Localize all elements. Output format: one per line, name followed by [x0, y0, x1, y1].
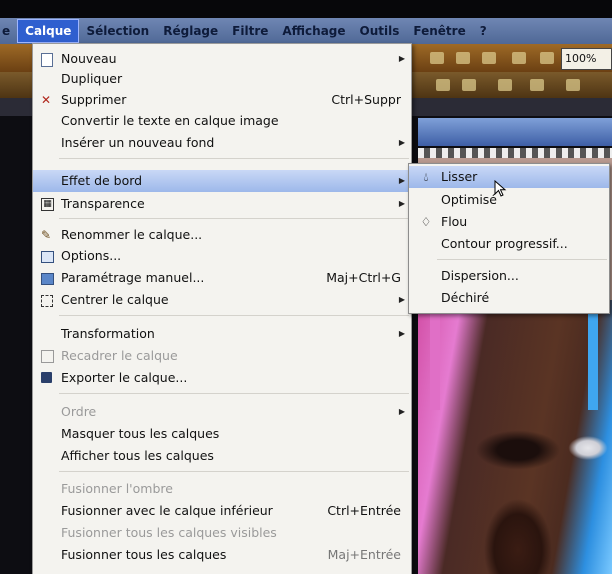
menu-selection[interactable]: Sélection: [79, 20, 156, 42]
menu-item-afficher-tous[interactable]: Afficher tous les calques: [33, 445, 411, 467]
menu-separator: [437, 259, 607, 260]
droplet-icon: 💧︎: [423, 170, 429, 184]
delete-x-icon: ✕: [40, 93, 52, 107]
submenu-arrow-icon: ▶: [398, 329, 405, 338]
menu-item-inserer-fond[interactable]: Insérer un nouveau fond ▶: [33, 132, 411, 154]
document-tab-bar: [418, 118, 612, 146]
effet-de-bord-submenu: 💧︎ Lisser Optimisé ♢ Flou Contour progre…: [408, 163, 610, 314]
tool-icon[interactable]: [512, 52, 526, 64]
menu-item-options[interactable]: Options...: [33, 245, 411, 267]
rename-pencil-icon: ✎: [40, 228, 52, 242]
menu-separator: [59, 218, 409, 219]
menu-item-convertir[interactable]: Convertir le texte en calque image: [33, 110, 411, 132]
submenu-item-lisser[interactable]: 💧︎ Lisser: [409, 166, 609, 188]
submenu-arrow-icon: ▶: [398, 138, 405, 147]
menu-item-exporter[interactable]: Exporter le calque...: [33, 367, 411, 389]
menu-separator: [59, 471, 409, 472]
tool-icon[interactable]: [540, 52, 554, 64]
menu-item-masquer-tous[interactable]: Masquer tous les calques: [33, 423, 411, 445]
menu-item-fusionner-inferieur[interactable]: Fusionner avec le calque inférieur Ctrl+…: [33, 500, 411, 522]
menu-outils[interactable]: Outils: [353, 20, 407, 42]
submenu-item-flou[interactable]: ♢ Flou: [409, 211, 609, 233]
photo-blue-stripe: [588, 300, 598, 410]
menu-item-renommer[interactable]: ✎ Renommer le calque...: [33, 224, 411, 246]
menu-item-nouveau[interactable]: Nouveau ▶: [33, 48, 411, 70]
new-document-icon: [41, 53, 53, 67]
submenu-item-dispersion[interactable]: Dispersion...: [409, 265, 609, 287]
center-layer-icon: [41, 295, 53, 307]
photo-pink-stripe: [430, 300, 440, 410]
menu-edit-partial[interactable]: e: [0, 20, 17, 42]
tool-icon[interactable]: [530, 79, 544, 91]
options-window-icon: [41, 251, 54, 263]
tool-icon[interactable]: [430, 52, 444, 64]
calque-menu: Nouveau ▶ Dupliquer ✕ Supprimer Ctrl+Sup…: [32, 43, 412, 574]
menu-item-supprimer[interactable]: ✕ Supprimer Ctrl+Suppr: [33, 89, 411, 111]
droplet-icon: ♢: [420, 215, 432, 229]
menu-fenetre[interactable]: Fenêtre: [406, 20, 472, 42]
menu-separator: [59, 315, 409, 316]
menu-item-fusionner-ombre: Fusionner l'ombre: [61, 481, 173, 496]
submenu-item-optimise[interactable]: Optimisé: [409, 189, 609, 211]
transparency-icon: ▦: [41, 198, 54, 211]
menu-reglage[interactable]: Réglage: [156, 20, 225, 42]
menu-separator: [59, 158, 409, 159]
screen: e Calque Sélection Réglage Filtre Affich…: [0, 0, 612, 574]
submenu-arrow-icon: ▶: [398, 54, 405, 63]
submenu-arrow-icon: ▶: [398, 176, 405, 185]
save-disk-icon: [41, 372, 52, 383]
submenu-item-dechire[interactable]: Déchiré: [409, 287, 609, 309]
tool-icon[interactable]: [456, 52, 470, 64]
submenu-arrow-icon: ▶: [398, 199, 405, 208]
tool-icon[interactable]: [462, 79, 476, 91]
menu-bar: e Calque Sélection Réglage Filtre Affich…: [0, 18, 612, 44]
menu-item-centrer[interactable]: Centrer le calque ▶: [33, 289, 411, 311]
zoom-level[interactable]: 100%: [561, 48, 612, 70]
menu-item-recadrer: Recadrer le calque: [33, 345, 411, 367]
tool-icon[interactable]: [436, 79, 450, 91]
monitor-bezel: [0, 0, 612, 18]
canvas-photo: [418, 300, 612, 574]
submenu-arrow-icon: ▶: [398, 295, 405, 304]
menu-item-fusionner-tous[interactable]: Fusionner tous les calques Maj+Entrée: [33, 544, 411, 566]
mouse-cursor-icon: [494, 180, 507, 197]
menu-item-transparence[interactable]: ▦ Transparence ▶: [33, 193, 411, 215]
menu-help[interactable]: ?: [473, 20, 494, 42]
submenu-item-contour-progressif[interactable]: Contour progressif...: [409, 233, 609, 255]
menu-item-dupliquer[interactable]: Dupliquer: [33, 68, 411, 90]
tool-icon[interactable]: [482, 52, 496, 64]
submenu-arrow-icon: ▶: [398, 407, 405, 416]
tool-icon[interactable]: [498, 79, 512, 91]
menu-affichage[interactable]: Affichage: [275, 20, 352, 42]
canvas-ruler: [418, 148, 612, 158]
manual-settings-icon: [41, 273, 54, 285]
tool-icon[interactable]: [566, 79, 580, 91]
menu-item-ordre: Ordre ▶: [33, 401, 411, 423]
menu-item-fusionner-visibles: Fusionner tous les calques visibles: [61, 525, 277, 540]
menu-calque[interactable]: Calque: [17, 19, 80, 43]
crop-icon: [41, 350, 54, 363]
menu-item-parametrage-manuel[interactable]: Paramétrage manuel... Maj+Ctrl+G: [33, 267, 411, 289]
menu-item-transformation[interactable]: Transformation ▶: [33, 323, 411, 345]
menu-separator: [59, 393, 409, 394]
menu-filtre[interactable]: Filtre: [225, 20, 275, 42]
menu-item-effet-de-bord[interactable]: Effet de bord ▶: [33, 170, 411, 192]
